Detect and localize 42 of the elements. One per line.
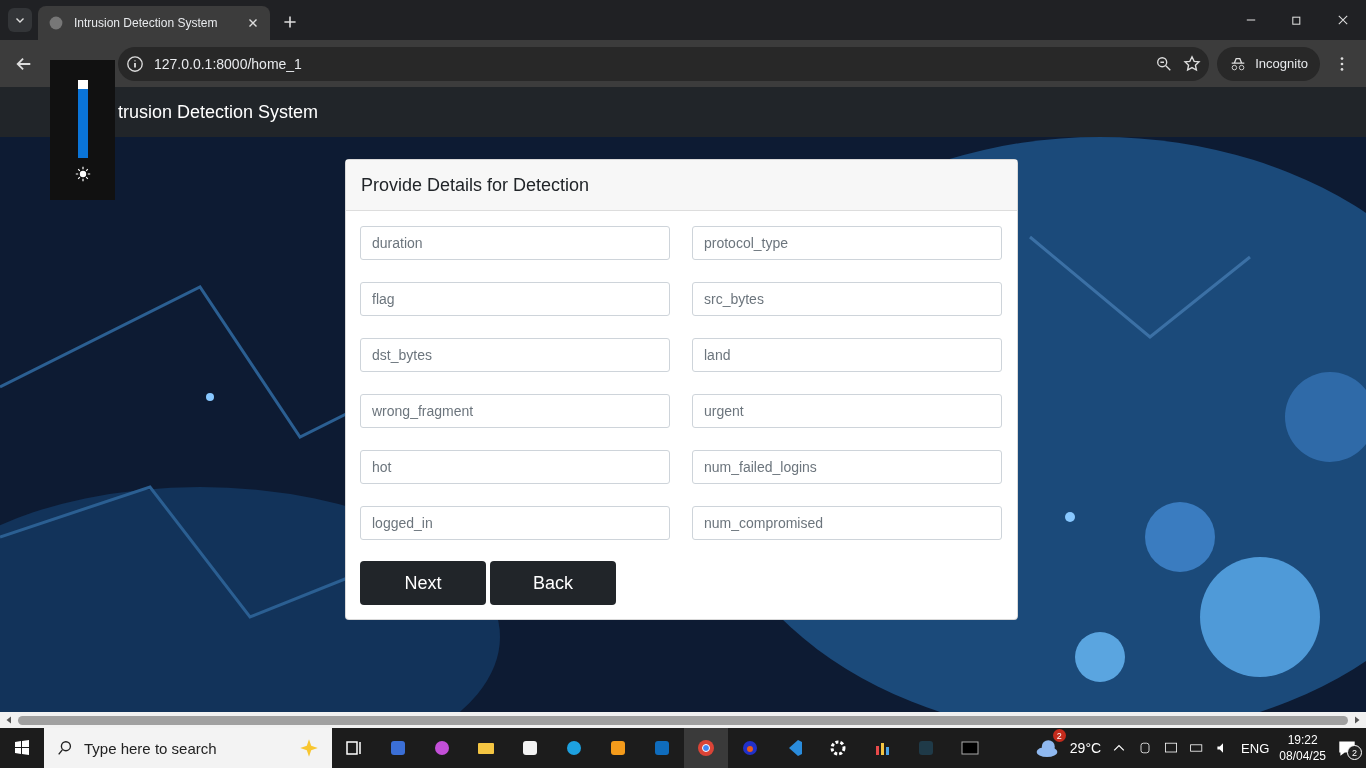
input-field[interactable]: logged_in <box>360 506 670 540</box>
star-icon[interactable] <box>1183 54 1202 73</box>
input-field[interactable]: num_compromised <box>692 506 1002 540</box>
browser-tab[interactable]: Intrusion Detection System <box>38 6 270 40</box>
language-indicator[interactable]: ENG <box>1241 740 1270 756</box>
input-field[interactable]: land <box>692 338 1002 372</box>
search-icon <box>56 739 74 757</box>
task-view-icon[interactable] <box>344 738 364 758</box>
url-text: 127.0.0.1:8000/home_1 <box>154 55 303 72</box>
scroll-right-icon[interactable] <box>1352 715 1362 725</box>
input-field[interactable]: flag <box>360 282 670 316</box>
input-field[interactable]: duration <box>360 226 670 260</box>
next-button[interactable]: Next <box>360 561 486 605</box>
chrome-icon[interactable] <box>696 738 716 758</box>
taskbar-search-field[interactable]: Type here to search <box>44 728 332 768</box>
terminal-icon[interactable] <box>960 738 980 758</box>
notification-badge: 2 <box>1347 745 1362 760</box>
display-icon[interactable] <box>1163 740 1180 756</box>
close-icon[interactable] <box>1336 13 1350 27</box>
info-icon <box>126 54 144 73</box>
input-field[interactable]: dst_bytes <box>360 338 670 372</box>
windows-icon[interactable] <box>12 738 32 758</box>
input-field[interactable]: src_bytes <box>692 282 1002 316</box>
scrollbar-thumb[interactable] <box>18 715 1348 725</box>
input-field[interactable]: hot <box>360 450 670 484</box>
clock[interactable]: 19:22 08/04/25 <box>1279 732 1326 764</box>
address-bar[interactable]: 127.0.0.1:8000/home_1 <box>118 46 1210 81</box>
navbar-brand[interactable]: trusion Detection System <box>118 101 319 123</box>
incognito-button[interactable]: Incognito <box>1217 46 1320 81</box>
card-title: Provide Details for Detection <box>346 160 1017 211</box>
sun-icon <box>74 166 91 182</box>
back-button[interactable]: Back <box>490 561 616 605</box>
input-field[interactable]: protocol_type <box>692 226 1002 260</box>
weather-badge: 2 <box>1052 729 1066 742</box>
input-field[interactable]: num_failed_logins <box>692 450 1002 484</box>
temperature-text: 29°C <box>1069 740 1102 756</box>
new-tab-icon[interactable] <box>282 14 298 30</box>
tab-title: Intrusion Detection System <box>74 16 219 30</box>
scroll-left-icon[interactable] <box>4 715 14 725</box>
input-field[interactable]: urgent <box>692 394 1002 428</box>
input-field[interactable]: wrong_fragment <box>360 394 670 428</box>
tab-list-button[interactable] <box>8 8 32 32</box>
